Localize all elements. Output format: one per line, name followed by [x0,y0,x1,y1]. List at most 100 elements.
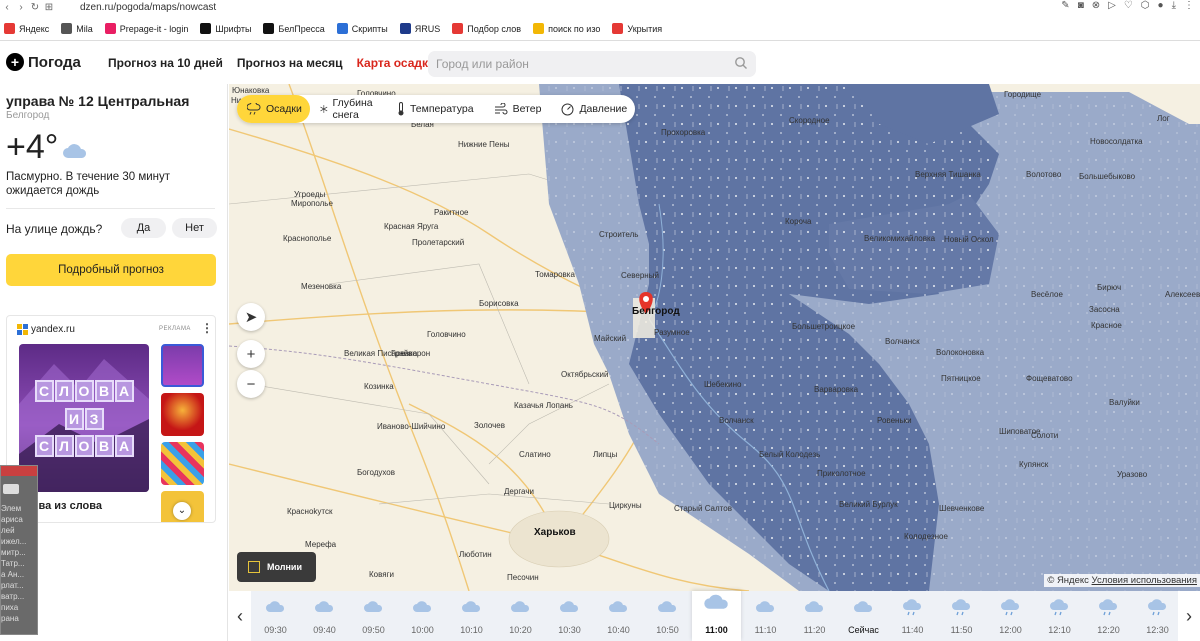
layer-wind[interactable]: Ветер [484,95,552,123]
thumbnail-2[interactable] [161,393,204,436]
map-place-label[interactable]: Люботин [459,550,492,559]
zoom-in-button[interactable]: + [237,340,265,368]
reload-icon[interactable]: ↻ [28,2,42,13]
map-place-label[interactable]: Волоконовка [936,348,984,357]
map-place-label[interactable]: Богодухов [357,468,395,477]
map-place-label[interactable]: Белгород [632,306,680,317]
download-icon[interactable]: ⤓ [1172,0,1176,11]
map-place-label[interactable]: Валуйки [1109,398,1140,407]
map-place-label[interactable]: Волотово [1026,170,1061,179]
map-place-label[interactable]: Головчино [427,330,466,339]
timeline-item[interactable]: 10:20 [496,591,545,641]
floating-widget[interactable]: Элем ариса лей ижел... митр... Татр... а Ан...… [0,465,38,635]
map-place-label[interactable]: Бирюч [1097,283,1121,292]
map-place-label[interactable]: Нижние Пены [458,140,510,149]
timeline-item[interactable]: 10:10 [447,591,496,641]
map-place-label[interactable]: Козинка [364,382,394,391]
block-icon[interactable]: ⊗ [1092,0,1100,11]
bookmark-item[interactable]: ЯRUS [399,23,440,34]
map-place-label[interactable]: Корочa [785,217,811,226]
yes-button[interactable]: Да [121,218,166,238]
map-place-label[interactable]: Великая Писаревка [344,349,417,358]
map-place-label[interactable]: Ровеньки [877,416,912,425]
map-place-label[interactable]: Краснополье [283,234,331,243]
map-place-label[interactable]: Скородное [789,116,830,125]
game-banner[interactable]: СЛОВА ИЗ СЛОВА [19,344,149,492]
tabs-grid-icon[interactable]: ⊞ [42,2,56,13]
bookmark-item[interactable]: Скрипты [336,23,388,34]
nav-month[interactable]: Прогноз на месяц [237,56,343,70]
timeline-item[interactable]: 09:40 [300,591,349,641]
timeline-item[interactable]: 10:30 [545,591,594,641]
map-place-label[interactable]: Красная Яруга [384,222,438,231]
map-place-label[interactable]: Казачья Лопань [514,401,573,410]
layer-temperature[interactable]: Температура [387,95,484,123]
url-text[interactable]: dzen.ru/pogoda/maps/nowcast [80,2,216,13]
map-place-label[interactable]: Липцы [593,450,617,459]
map-place-label[interactable]: Колодезное [904,532,948,541]
no-button[interactable]: Нет [172,218,217,238]
nav-10-days[interactable]: Прогноз на 10 дней [108,56,223,70]
back-icon[interactable]: ‹ [0,2,14,13]
extensions-icon[interactable]: ⬡ [1141,0,1150,11]
chevron-down-icon[interactable]: ⌄ [173,502,191,520]
timeline-item[interactable]: 09:30 [251,591,300,641]
zoom-out-button[interactable]: − [237,370,265,398]
map-place-label[interactable]: Купянск [1019,460,1048,469]
map-place-label[interactable]: Новый Оскол [944,235,994,244]
map-place-label[interactable]: Прохоровка [661,128,705,137]
timeline-item[interactable]: Сейчас [839,591,888,641]
map-place-label[interactable]: Томаровка [535,270,575,279]
map-place-label[interactable]: Весёлое [1031,290,1063,299]
map-place-label[interactable]: Разумное [654,328,690,337]
map-place-label[interactable]: Пролетарский [412,238,464,247]
menu-icon[interactable]: ⋮ [1184,0,1194,11]
map-place-label[interactable]: Борисовка [479,299,519,308]
map-place-label[interactable]: Волчанск [885,337,920,346]
map-place-label[interactable]: Циркуны [609,501,642,510]
map-place-label[interactable]: Красноkутск [287,507,333,516]
timeline-item[interactable]: 12:20 [1084,591,1133,641]
map-place-label[interactable]: Приколотное [817,469,866,478]
timeline-item[interactable]: 11:00 [692,591,741,641]
weather-logo[interactable]: + Погода [6,53,81,71]
timeline-prev-button[interactable]: ‹ [229,591,251,641]
map-place-label[interactable]: Золочев [474,421,505,430]
terms-link[interactable]: Условия использования [1092,575,1197,586]
map-place-label[interactable]: Засосна [1089,305,1120,314]
timeline-item[interactable]: 12:10 [1035,591,1084,641]
thumbnail-1[interactable] [161,344,204,387]
camera-icon[interactable]: ◙ [1078,0,1084,11]
map-place-label[interactable]: Алексеевка [1165,290,1200,299]
send-icon[interactable]: ▷ [1108,0,1116,11]
bookmark-item[interactable]: Mila [61,23,93,34]
layer-precipitation[interactable]: Осадки [237,95,310,123]
bookmark-item[interactable]: поиск по изо [533,23,600,34]
map-place-label[interactable]: Волчанск [719,416,754,425]
map-place-label[interactable]: Старый Салтов [674,504,732,513]
map-place-label[interactable]: Пятницкое [941,374,981,383]
timeline-next-button[interactable]: › [1178,591,1200,641]
map-place-label[interactable]: Ковяги [369,570,394,579]
timeline-item[interactable]: 11:20 [790,591,839,641]
map-place-label[interactable]: Новосолдатка [1090,137,1143,146]
map-place-label[interactable]: Майский [594,334,626,343]
map-place-label[interactable]: Великий Бурлук [839,500,898,509]
map-place-label[interactable]: Мерефа [305,540,336,549]
map-place-label[interactable]: Мезеновка [301,282,341,291]
search-input[interactable] [436,57,726,71]
edit-icon[interactable]: ✎ [1061,0,1069,11]
map-place-label[interactable]: Мирополье [291,199,333,208]
favorite-icon[interactable]: ♡ [1124,0,1133,11]
detailed-forecast-button[interactable]: Подробный прогноз [6,254,216,286]
bookmark-item[interactable]: Укрытия [612,23,662,34]
map-place-label[interactable]: Шиповатое [999,427,1041,436]
lightning-toggle[interactable]: Молнии [237,552,316,582]
map-place-label[interactable]: Шевченкове [939,504,984,513]
map-place-label[interactable]: Слатино [519,450,551,459]
map-place-label[interactable]: Большетроицкое [792,322,855,331]
timeline-item[interactable]: 11:10 [741,591,790,641]
map-place-label[interactable]: Варваровка [814,385,858,394]
map-place-label[interactable]: Строитель [599,230,638,239]
map-place-label[interactable]: Иваново-Шийчино [377,422,445,431]
